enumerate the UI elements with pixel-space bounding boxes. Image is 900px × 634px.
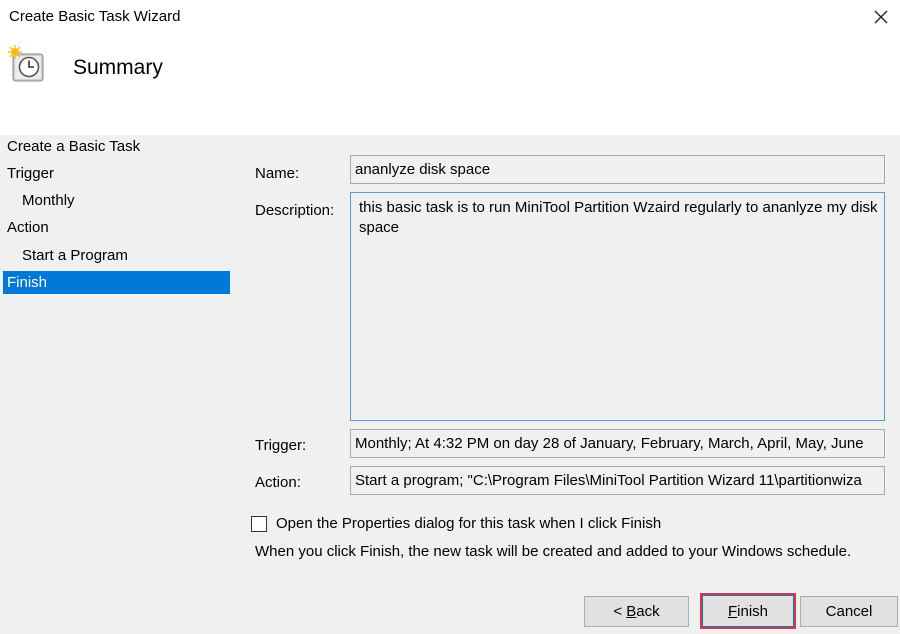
description-field[interactable]: this basic task is to run MiniTool Parti… xyxy=(350,192,885,421)
back-mnemonic: B xyxy=(626,603,637,620)
cancel-button[interactable]: Cancel xyxy=(800,596,898,627)
action-label: Action: xyxy=(255,474,301,491)
finish-mnemonic: F xyxy=(727,602,738,620)
finish-button[interactable]: Finish xyxy=(700,593,796,629)
page-heading: Summary xyxy=(73,56,163,79)
open-properties-option[interactable]: Open the Properties dialog for this task… xyxy=(251,515,661,532)
close-icon xyxy=(874,10,888,24)
open-properties-checkbox[interactable] xyxy=(251,515,267,532)
back-rest: ack xyxy=(636,603,660,620)
finish-rest: inish xyxy=(737,602,769,620)
description-label: Description: xyxy=(255,202,335,219)
step-finish[interactable]: Finish xyxy=(3,271,230,294)
window-title: Create Basic Task Wizard xyxy=(9,8,181,25)
action-field[interactable]: Start a program; "C:\Program Files\MiniT… xyxy=(350,466,885,495)
back-prefix: < xyxy=(613,603,627,620)
step-start-a-program[interactable]: Start a Program xyxy=(3,244,230,267)
task-scheduler-clock-icon xyxy=(8,45,44,82)
back-button[interactable]: < Back xyxy=(584,596,689,627)
step-action[interactable]: Action xyxy=(3,216,230,239)
close-button[interactable] xyxy=(868,4,894,30)
step-trigger[interactable]: Trigger xyxy=(3,162,230,185)
trigger-field[interactable]: Monthly; At 4:32 PM on day 28 of January… xyxy=(350,429,885,458)
trigger-label: Trigger: xyxy=(255,437,307,454)
name-field[interactable]: ananlyze disk space xyxy=(350,155,885,184)
name-label: Name: xyxy=(255,165,300,182)
wizard-steps: Create a Basic Task Trigger Monthly Acti… xyxy=(0,135,232,634)
finish-info-text: When you click Finish, the new task will… xyxy=(255,543,852,560)
step-monthly[interactable]: Monthly xyxy=(3,189,230,212)
open-properties-label: Open the Properties dialog for this task… xyxy=(276,515,662,532)
step-create-basic-task[interactable]: Create a Basic Task xyxy=(3,135,230,158)
wizard-header: Create Basic Task Wizard Summary xyxy=(0,0,900,135)
